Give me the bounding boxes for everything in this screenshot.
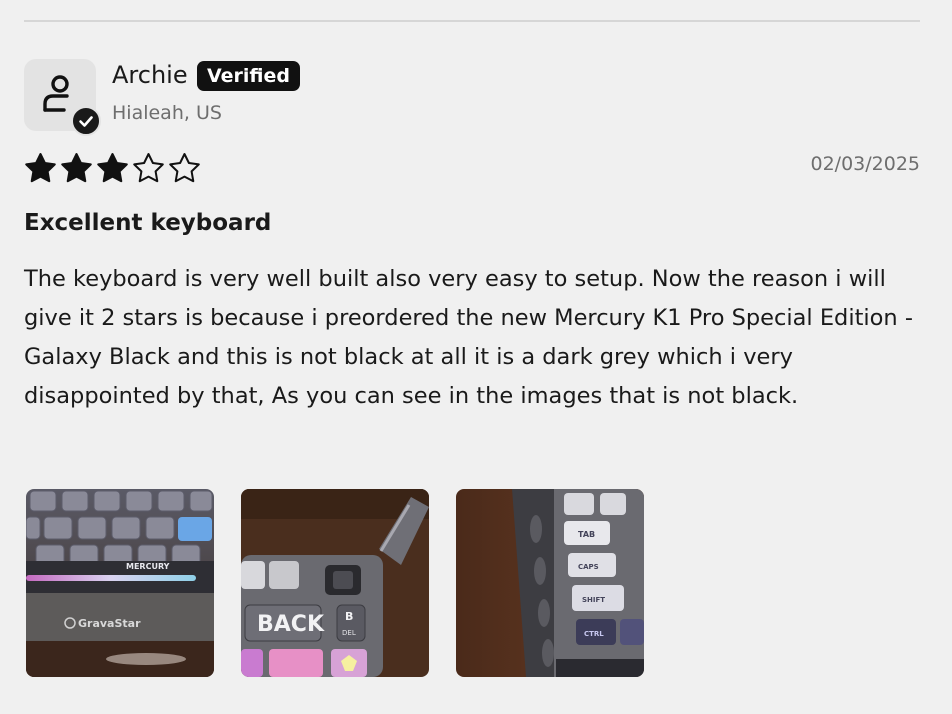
avatar [24, 59, 101, 136]
review-title: Excellent keyboard [24, 210, 272, 236]
photo-1-mercury-label: MERCURY [126, 562, 170, 571]
star-filled-icon [61, 153, 92, 183]
photo-1-brand-label: GravaStar [78, 617, 141, 630]
review-photos: MERCURY GravaStar BACK B DEL TAB CAPS SH… [26, 489, 644, 677]
photo-3-caps-label: CAPS [578, 563, 599, 571]
photo-3-ctrl-label: CTRL [584, 630, 604, 638]
star-filled-icon [25, 153, 56, 183]
photo-3-shift-label: SHIFT [582, 596, 605, 604]
review-photo-2[interactable]: BACK B DEL [241, 489, 429, 677]
star-rating [24, 152, 201, 184]
star-filled-icon [97, 153, 128, 183]
reviewer-name: Archie [112, 61, 188, 89]
reviewer-location: Hialeah, US [112, 102, 222, 124]
star-empty-icon [169, 153, 200, 183]
verified-badge: Verified [197, 61, 301, 91]
photo-3-tab-label: TAB [578, 530, 595, 539]
top-divider [24, 20, 920, 22]
user-icon [43, 75, 69, 112]
review-photo-1[interactable]: MERCURY GravaStar [26, 489, 214, 677]
photo-2-back-label: BACK [257, 612, 325, 637]
star-empty-icon [133, 153, 164, 183]
photo-2-del-label: DEL [342, 629, 356, 637]
review-photo-3[interactable]: TAB CAPS SHIFT CTRL [456, 489, 644, 677]
review-date: 02/03/2025 [810, 153, 920, 175]
photo-2-b-label: B [345, 610, 353, 623]
verified-check-icon [71, 106, 101, 136]
review-body: The keyboard is very well built also ver… [24, 266, 913, 409]
